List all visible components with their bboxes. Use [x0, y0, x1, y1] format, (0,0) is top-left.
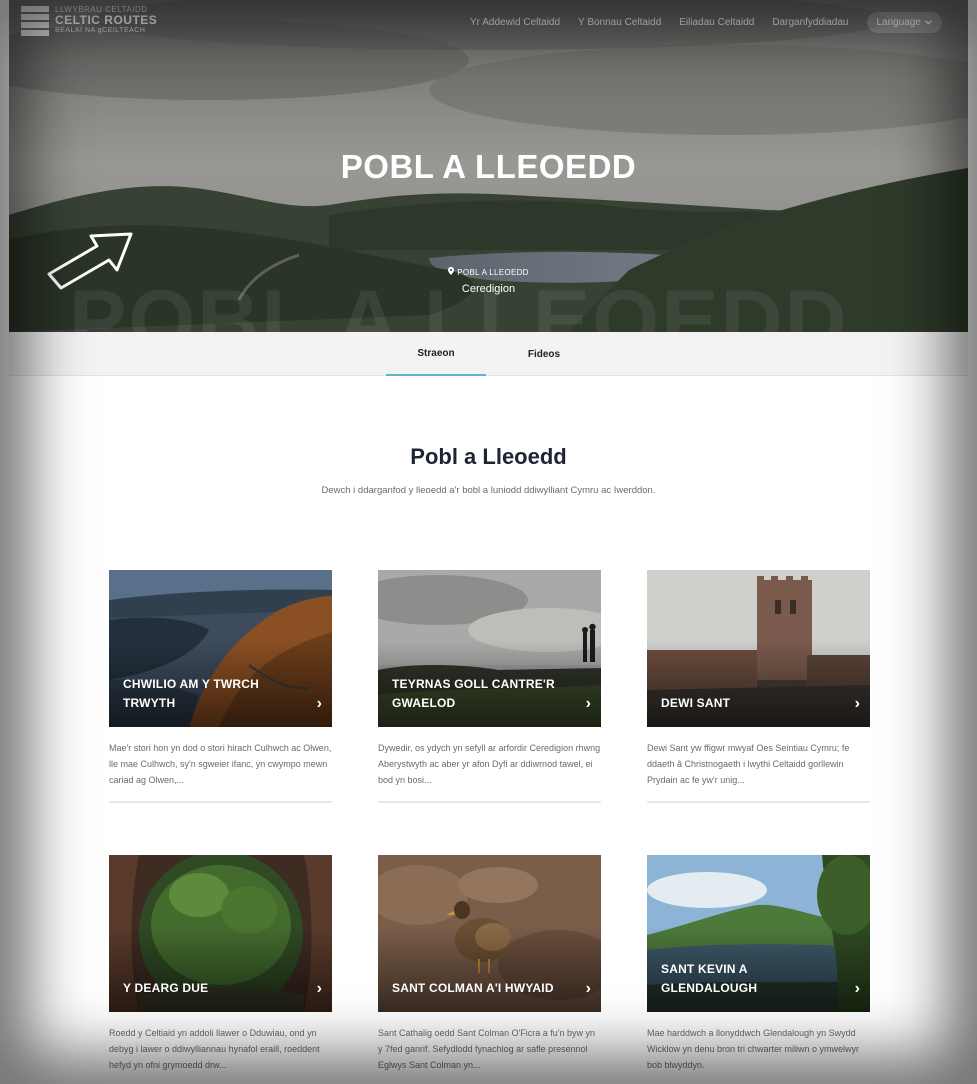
card-divider — [647, 801, 870, 803]
hero-location-name: Ceredigion — [461, 283, 516, 295]
chevron-right-icon: › — [316, 695, 322, 712]
language-label: Language — [876, 17, 922, 28]
language-dropdown[interactable]: Language — [866, 12, 942, 33]
chevron-down-icon — [925, 17, 932, 28]
nav-link-darganfyddiadau[interactable]: Darganfyddiadau — [772, 17, 848, 28]
story-card-excerpt: Sant Cathalig oedd Sant Colman O'Ficra a… — [378, 1028, 596, 1070]
logo-text: LLWYBRAU CELTAIDD CELTIC ROUTES BEALAÍ N… — [55, 5, 158, 34]
card-divider — [109, 801, 332, 803]
story-card-excerpt: Dywedir, os ydych yn sefyll ar arfordir … — [378, 743, 601, 785]
tab-straeon[interactable]: Straeon — [386, 332, 486, 376]
section-title: Pobl a Lleoedd — [410, 444, 567, 469]
logo-mark-icon — [21, 6, 49, 36]
content-tabs: Straeon Fideos — [9, 332, 968, 376]
nav-link-eiliadau[interactable]: Eiliadau Celtaidd — [679, 17, 754, 28]
hero-banner: LLWYBRAU CELTAIDD CELTIC ROUTES BEALAÍ N… — [9, 0, 968, 332]
logo-bottom-text: BEALAÍ NA gCEILTEACH — [55, 26, 146, 34]
pointer-arrow-icon — [47, 232, 133, 290]
chevron-right-icon: › — [585, 695, 591, 712]
hero-location-label: POBL A LLEOEDD — [457, 267, 529, 277]
story-card-title: DEWI SANT — [661, 695, 731, 710]
story-card[interactable]: TEYRNAS GOLL CANTRE'R GWAELOD › Dywedir,… — [378, 570, 601, 803]
story-card-excerpt: Roedd y Celtiaid yn addoli llawer o Dduw… — [109, 1028, 320, 1070]
nav-link-bonnau[interactable]: Y Bonnau Celtaidd — [578, 17, 661, 28]
story-card-image[interactable]: TEYRNAS GOLL CANTRE'R GWAELOD › — [378, 570, 601, 727]
story-card-excerpt: Mae harddwch a llonyddwch Glendalough yn… — [647, 1028, 860, 1070]
story-card-image[interactable]: CHWILIO AM Y TWRCH TRWYTH › — [109, 570, 332, 727]
chevron-right-icon: › — [585, 980, 591, 997]
page-title: POBL A LLEOEDD — [340, 148, 637, 185]
chevron-right-icon: › — [854, 980, 860, 997]
top-navigation: Yr Addewid Celtaidd Y Bonnau Celtaidd Ei… — [452, 12, 942, 33]
story-card-image[interactable]: DEWI SANT › — [647, 570, 870, 727]
logo-top-text: LLWYBRAU CELTAIDD — [55, 5, 148, 14]
web-page: LLWYBRAU CELTAIDD CELTIC ROUTES BEALAÍ N… — [9, 0, 968, 1084]
map-pin-icon — [448, 267, 455, 277]
hero-location: POBL A LLEOEDD Ceredigion — [9, 267, 968, 295]
story-card[interactable]: SANT COLMAN A'I HWYAID › Sant Cathalig o… — [378, 855, 601, 1078]
nav-link-addewid[interactable]: Yr Addewid Celtaidd — [470, 17, 560, 28]
story-card-excerpt: Mae'r stori hon yn dod o stori hirach Cu… — [109, 743, 332, 785]
story-card-title: Y DEARG DUE — [123, 980, 209, 995]
story-card-title: SANT KEVIN A GLENDALOUGH — [661, 961, 758, 995]
site-logo[interactable]: LLWYBRAU CELTAIDD CELTIC ROUTES BEALAÍ N… — [21, 5, 158, 36]
story-card-title: SANT COLMAN A'I HWYAID — [392, 980, 554, 995]
story-card-title: TEYRNAS GOLL CANTRE'R GWAELOD — [392, 676, 555, 710]
section-subtitle: Dewch i ddarganfod y lleoedd a'r bobl a … — [321, 485, 656, 496]
tab-fideos[interactable]: Fideos — [509, 332, 579, 376]
story-card[interactable]: Y DEARG DUE › Roedd y Celtiaid yn addoli… — [109, 855, 332, 1078]
story-card[interactable]: SANT KEVIN A GLENDALOUGH › Mae harddwch … — [647, 855, 870, 1078]
story-card-title: CHWILIO AM Y TWRCH TRWYTH — [123, 676, 260, 710]
story-card[interactable]: DEWI SANT › Dewi Sant yw ffigwr mwyaf Oe… — [647, 570, 870, 803]
story-card-image[interactable]: Y DEARG DUE › — [109, 855, 332, 1012]
story-card[interactable]: CHWILIO AM Y TWRCH TRWYTH › Mae'r stori … — [109, 570, 332, 803]
card-divider — [378, 801, 601, 803]
logo-main-text: CELTIC ROUTES — [55, 13, 158, 28]
chevron-right-icon: › — [316, 980, 322, 997]
story-card-excerpt: Dewi Sant yw ffigwr mwyaf Oes Seintiau C… — [647, 743, 850, 785]
story-card-image[interactable]: SANT KEVIN A GLENDALOUGH › — [647, 855, 870, 1012]
screenshot-frame: LLWYBRAU CELTAIDD CELTIC ROUTES BEALAÍ N… — [0, 0, 977, 1084]
chevron-right-icon: › — [854, 695, 860, 712]
story-card-image[interactable]: SANT COLMAN A'I HWYAID › — [378, 855, 601, 1012]
